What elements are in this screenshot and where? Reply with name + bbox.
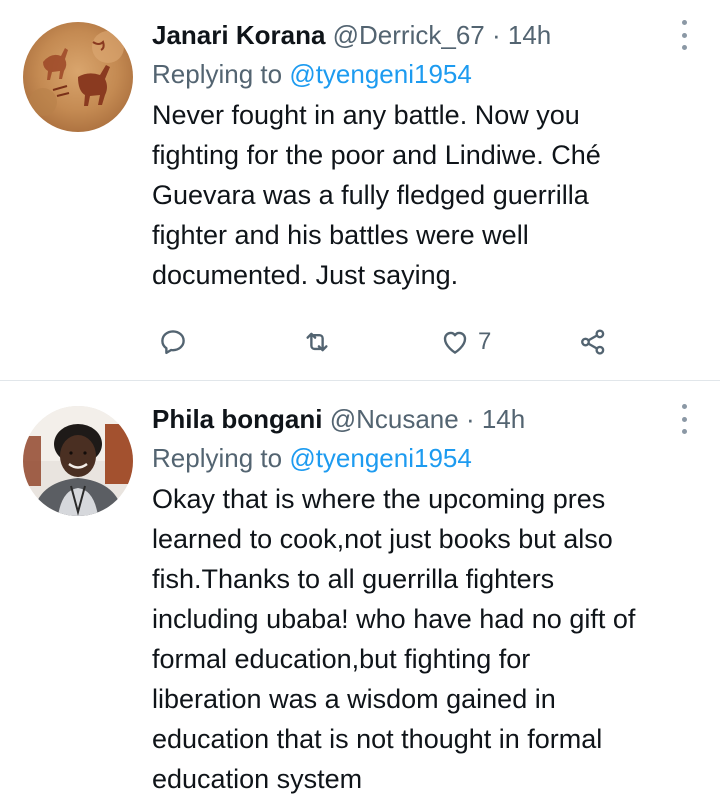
replying-to-line: Replying to @tyengeni1954 [152, 438, 680, 478]
replying-to-mention[interactable]: @tyengeni1954 [289, 59, 472, 89]
username-handle[interactable]: @Ncusane [330, 404, 459, 434]
more-dot [681, 404, 687, 409]
heart-icon [443, 331, 467, 354]
tweet-actions: 7 [152, 322, 622, 362]
separator-dot: · [491, 20, 501, 50]
more-dot [681, 45, 687, 50]
display-name[interactable]: Phila bongani [152, 404, 322, 434]
tweet-text: Never fought in any battle. Now you figh… [152, 100, 601, 290]
avatar[interactable] [23, 406, 133, 516]
share-button[interactable] [578, 322, 608, 362]
more-dot [681, 20, 687, 25]
tweet-text: Okay that is where the upcoming pres lea… [152, 484, 636, 794]
avatar[interactable] [23, 22, 133, 132]
reply-button[interactable] [158, 322, 188, 362]
separator-dot: · [465, 404, 475, 434]
rock-art-avatar-image [23, 22, 133, 132]
like-count: 7 [478, 328, 492, 355]
retweet-button[interactable] [302, 322, 332, 362]
username-handle[interactable]: @Derrick_67 [333, 20, 485, 50]
tweet-content: Phila bongani @Ncusane · 14h Replying to… [152, 400, 680, 799]
more-vertical-icon[interactable] [678, 20, 690, 50]
like-button[interactable]: 7 [440, 322, 491, 362]
tweet[interactable]: Phila bongani @Ncusane · 14h Replying to… [0, 382, 720, 802]
reply-icon [161, 330, 185, 355]
more-dot [681, 416, 687, 422]
replying-to-line: Replying to @tyengeni1954 [152, 54, 680, 94]
display-name[interactable]: Janari Korana [152, 20, 325, 50]
timestamp[interactable]: 14h [508, 20, 551, 50]
person-photo-avatar-image [23, 406, 133, 516]
more-vertical-icon[interactable] [678, 404, 690, 434]
more-dot [681, 32, 687, 38]
retweet-icon [306, 332, 328, 352]
more-dot [681, 429, 687, 434]
tweet[interactable]: Janari Korana @Derrick_67 · 14h Replying… [0, 0, 720, 381]
replying-to-mention[interactable]: @tyengeni1954 [289, 443, 472, 473]
share-icon [581, 329, 605, 355]
replying-to-label: Replying to [152, 59, 290, 89]
tweet-header: Phila bongani @Ncusane · 14h [152, 400, 680, 438]
tweet-header: Janari Korana @Derrick_67 · 14h [152, 16, 680, 54]
replying-to-label: Replying to [152, 443, 290, 473]
tweet-content: Janari Korana @Derrick_67 · 14h Replying… [152, 16, 680, 295]
timestamp[interactable]: 14h [482, 404, 525, 434]
